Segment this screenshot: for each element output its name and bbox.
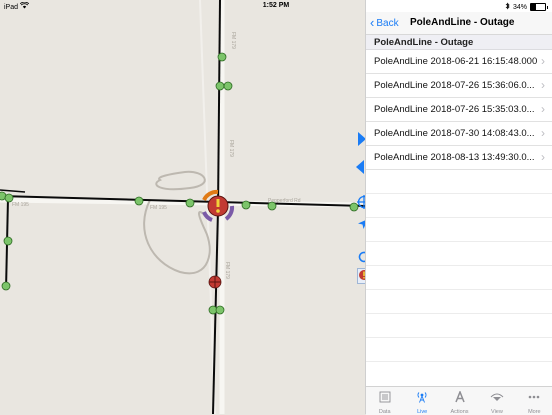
tab-label: More	[528, 409, 541, 415]
pole-marker[interactable]	[215, 305, 225, 315]
list-item[interactable]: PoleAndLine 2018-06-21 16:15:48.000 ›	[366, 50, 552, 74]
tab-actions[interactable]: Actions	[441, 387, 478, 415]
list-item[interactable]: PoleAndLine 2018-08-13 13:49:30.0... ›	[366, 146, 552, 170]
tab-data[interactable]: Data	[366, 387, 403, 415]
empty-row	[366, 194, 552, 218]
status-bar: iPad 1:52 PM 34%	[0, 0, 552, 12]
battery-percent: 34%	[512, 3, 527, 11]
tab-view[interactable]: View	[478, 387, 515, 415]
tab-label: Actions	[450, 409, 469, 415]
refresh-icon[interactable]	[357, 250, 365, 264]
tab-label: View	[491, 409, 503, 415]
list-item-label: PoleAndLine 2018-08-13 13:49:30.0...	[374, 152, 535, 163]
pole-marker[interactable]	[223, 81, 233, 91]
pole-marker[interactable]	[4, 193, 14, 203]
power-line[interactable]	[0, 189, 26, 193]
back-button[interactable]: ‹ Back	[370, 16, 399, 30]
chevron-right-icon: ›	[541, 54, 545, 68]
outage-marker[interactable]	[202, 189, 235, 222]
list-item[interactable]: PoleAndLine 2018-07-26 15:35:03.0... ›	[366, 98, 552, 122]
poles[interactable]	[0, 52, 359, 315]
pole-marker[interactable]	[134, 196, 144, 206]
next-arrow-icon[interactable]	[358, 132, 365, 148]
record-list: PoleAndLine 2018-06-21 16:15:48.000 › Po…	[366, 50, 552, 362]
chevron-right-icon: ›	[541, 150, 545, 164]
pole-marker[interactable]	[215, 81, 225, 91]
data-list-icon	[379, 390, 391, 408]
tab-more[interactable]: More	[516, 387, 552, 415]
empty-row	[366, 242, 552, 266]
pole-marker[interactable]	[217, 52, 227, 62]
battery-icon	[530, 3, 548, 11]
road-label: FM 179	[230, 32, 236, 49]
list-item[interactable]: PoleAndLine 2018-07-30 14:08:43.0... ›	[366, 122, 552, 146]
section-header: PoleAndLine - Outage	[366, 35, 552, 50]
prev-arrow-icon[interactable]	[356, 160, 365, 176]
empty-row	[366, 266, 552, 290]
pole-marker[interactable]	[185, 198, 195, 208]
pole-marker-red[interactable]	[208, 275, 222, 289]
crosshair-icon[interactable]	[357, 195, 365, 209]
back-label: Back	[376, 17, 399, 29]
pole-marker[interactable]	[241, 200, 251, 210]
road-label: FM 195	[150, 205, 167, 211]
tab-live[interactable]: Live	[403, 387, 440, 415]
empty-row	[366, 338, 552, 362]
location-arrow-icon[interactable]	[357, 218, 365, 232]
tab-label: Live	[417, 409, 428, 415]
tab-label: Data	[378, 409, 391, 415]
empty-row	[366, 314, 552, 338]
pole-marker[interactable]	[3, 236, 13, 246]
map-canvas[interactable]: FM 179 FM 179 FM 179 FM 195 FM 195 Peppe…	[0, 0, 365, 414]
sketch-annotation	[155, 170, 206, 191]
outage-alert-icon[interactable]	[357, 268, 365, 284]
list-item-label: PoleAndLine 2018-07-26 15:35:03.0...	[374, 104, 535, 115]
chevron-left-icon: ‹	[370, 15, 375, 30]
list-item-label: PoleAndLine 2018-06-21 16:15:48.000	[374, 56, 538, 67]
view-eye-icon	[490, 390, 504, 408]
live-antenna-icon	[416, 390, 428, 408]
nav-bar: ‹ Back PoleAndLine - Outage	[366, 12, 552, 35]
pole-marker[interactable]	[267, 201, 277, 211]
road-label: FM 179	[224, 262, 230, 279]
empty-row	[366, 170, 552, 194]
side-panel: ‹ Back PoleAndLine - Outage PoleAndLine …	[365, 0, 552, 415]
section-header-label: PoleAndLine - Outage	[374, 37, 474, 48]
empty-row	[366, 290, 552, 314]
chevron-right-icon: ›	[541, 126, 545, 140]
road-label: FM 179	[228, 140, 234, 157]
bluetooth-icon	[505, 2, 510, 12]
list-item-label: PoleAndLine 2018-07-30 14:08:43.0...	[374, 128, 535, 139]
list-item-label: PoleAndLine 2018-07-26 15:36:06.0...	[374, 80, 535, 91]
nav-title: PoleAndLine - Outage	[410, 17, 515, 28]
tab-bar: Data Live Actions View More	[366, 386, 552, 415]
more-dots-icon	[527, 390, 541, 408]
status-right: 34%	[505, 2, 548, 12]
actions-a-icon	[454, 389, 466, 408]
status-time: 1:52 PM	[262, 2, 290, 9]
pole-marker[interactable]	[1, 281, 11, 291]
empty-row	[366, 218, 552, 242]
chevron-right-icon: ›	[541, 78, 545, 92]
chevron-right-icon: ›	[541, 102, 545, 116]
map-view[interactable]: FM 179 FM 179 FM 179 FM 195 FM 195 Peppe…	[0, 0, 365, 414]
road-label: FM 195	[12, 202, 29, 208]
list-item[interactable]: PoleAndLine 2018-07-26 15:36:06.0... ›	[366, 74, 552, 98]
